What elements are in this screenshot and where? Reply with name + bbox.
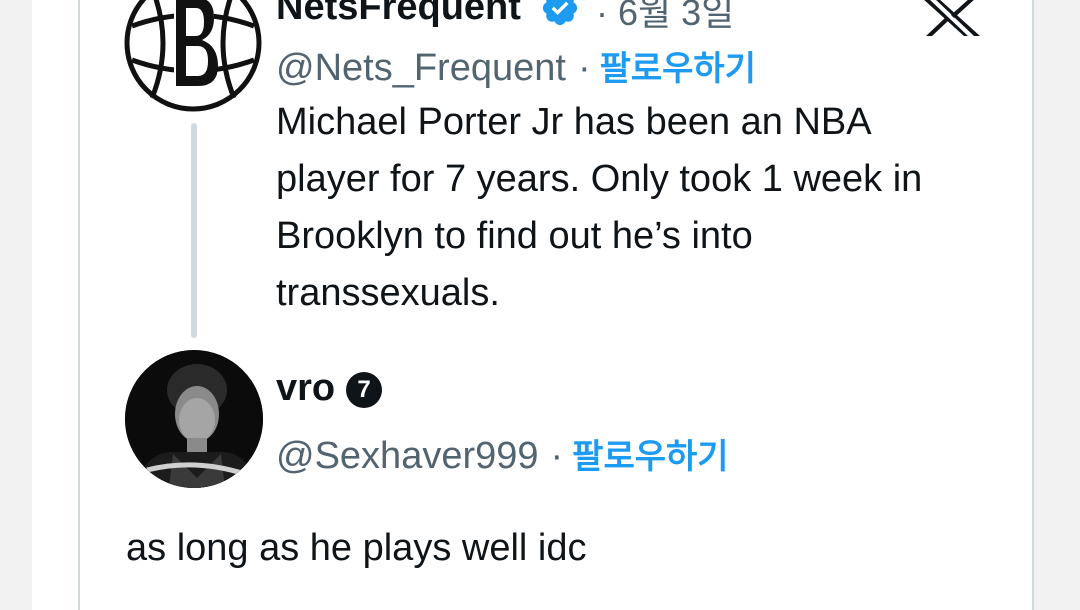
follow-button[interactable]: 팔로우하기	[600, 49, 756, 89]
author-handle[interactable]: @Sexhaver999	[276, 435, 539, 477]
vro-avatar[interactable]	[125, 350, 263, 488]
author-name[interactable]: vro	[276, 367, 335, 410]
author-name[interactable]: NetsFrequent	[276, 0, 521, 29]
x-logo-icon[interactable]	[920, 0, 982, 38]
affiliation-badge: 7	[346, 372, 382, 408]
separator-dot: ·	[550, 435, 564, 477]
handle-row: @Nets_Frequent · 팔로우하기	[276, 41, 756, 90]
thread-connector-line	[191, 123, 197, 338]
tweet-date: · 6월 3일	[596, 0, 735, 33]
tweet-text-line: player for 7 years. Only took 1 week in	[276, 158, 923, 200]
tweet-text-line: Michael Porter Jr has been an NBA	[276, 101, 872, 143]
handle-row: @Sexhaver999 · 팔로우하기	[276, 429, 729, 478]
separator-dot: ·	[577, 47, 591, 89]
follow-button[interactable]: 팔로우하기	[572, 437, 728, 477]
author-handle[interactable]: @Nets_Frequent	[276, 47, 566, 89]
verified-badge-icon	[542, 0, 578, 26]
tweet-text-line: Brooklyn to find out he’s into	[276, 215, 753, 257]
tweet-text: Michael Porter Jr has been an NBA player…	[276, 94, 996, 322]
tweet-text-line: transsexuals.	[276, 272, 500, 314]
reply-text: as long as he plays well idc	[126, 527, 587, 569]
